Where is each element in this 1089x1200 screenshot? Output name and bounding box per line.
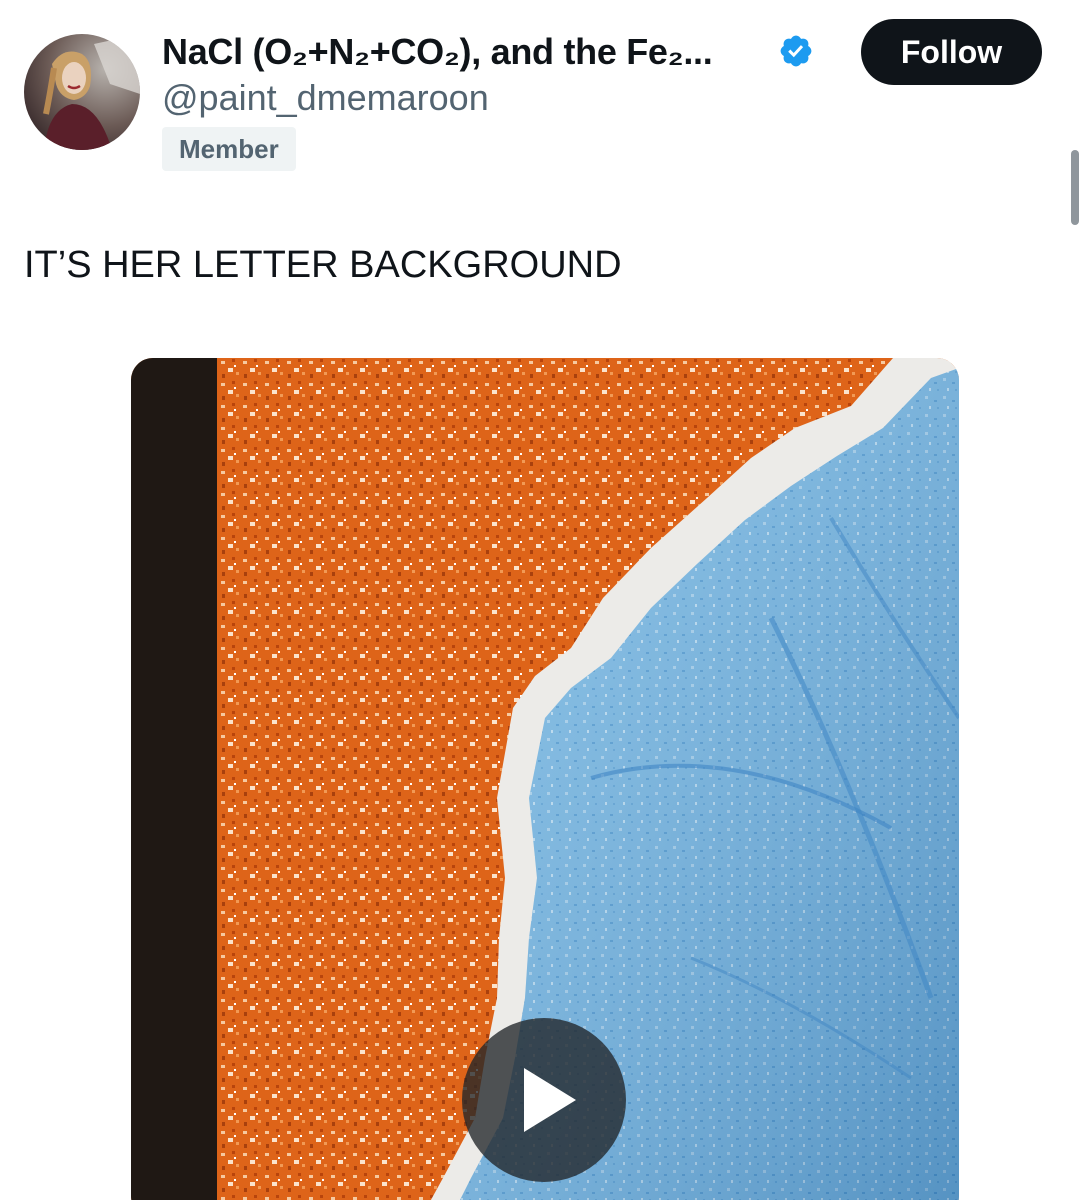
follow-button[interactable]: Follow	[861, 19, 1042, 85]
scrollbar-thumb[interactable]	[1071, 150, 1079, 225]
cut-off-text-fragment	[300, 0, 700, 6]
tweet-text: IT’S HER LETTER BACKGROUND	[24, 244, 622, 286]
user-handle[interactable]: @paint_dmemaroon	[162, 76, 489, 120]
tweet-video[interactable]	[131, 358, 959, 1200]
tweet-view: NaCl (O₂+N₂+CO₂), and the Fe₂... @paint_…	[0, 0, 1089, 1200]
play-button[interactable]	[462, 1018, 626, 1182]
display-name[interactable]: NaCl (O₂+N₂+CO₂), and the Fe₂...	[162, 30, 712, 74]
play-icon	[524, 1068, 576, 1132]
verified-badge-icon[interactable]	[778, 33, 814, 69]
member-badge: Member	[162, 127, 296, 171]
avatar-photo	[24, 34, 140, 150]
avatar[interactable]	[24, 34, 140, 150]
